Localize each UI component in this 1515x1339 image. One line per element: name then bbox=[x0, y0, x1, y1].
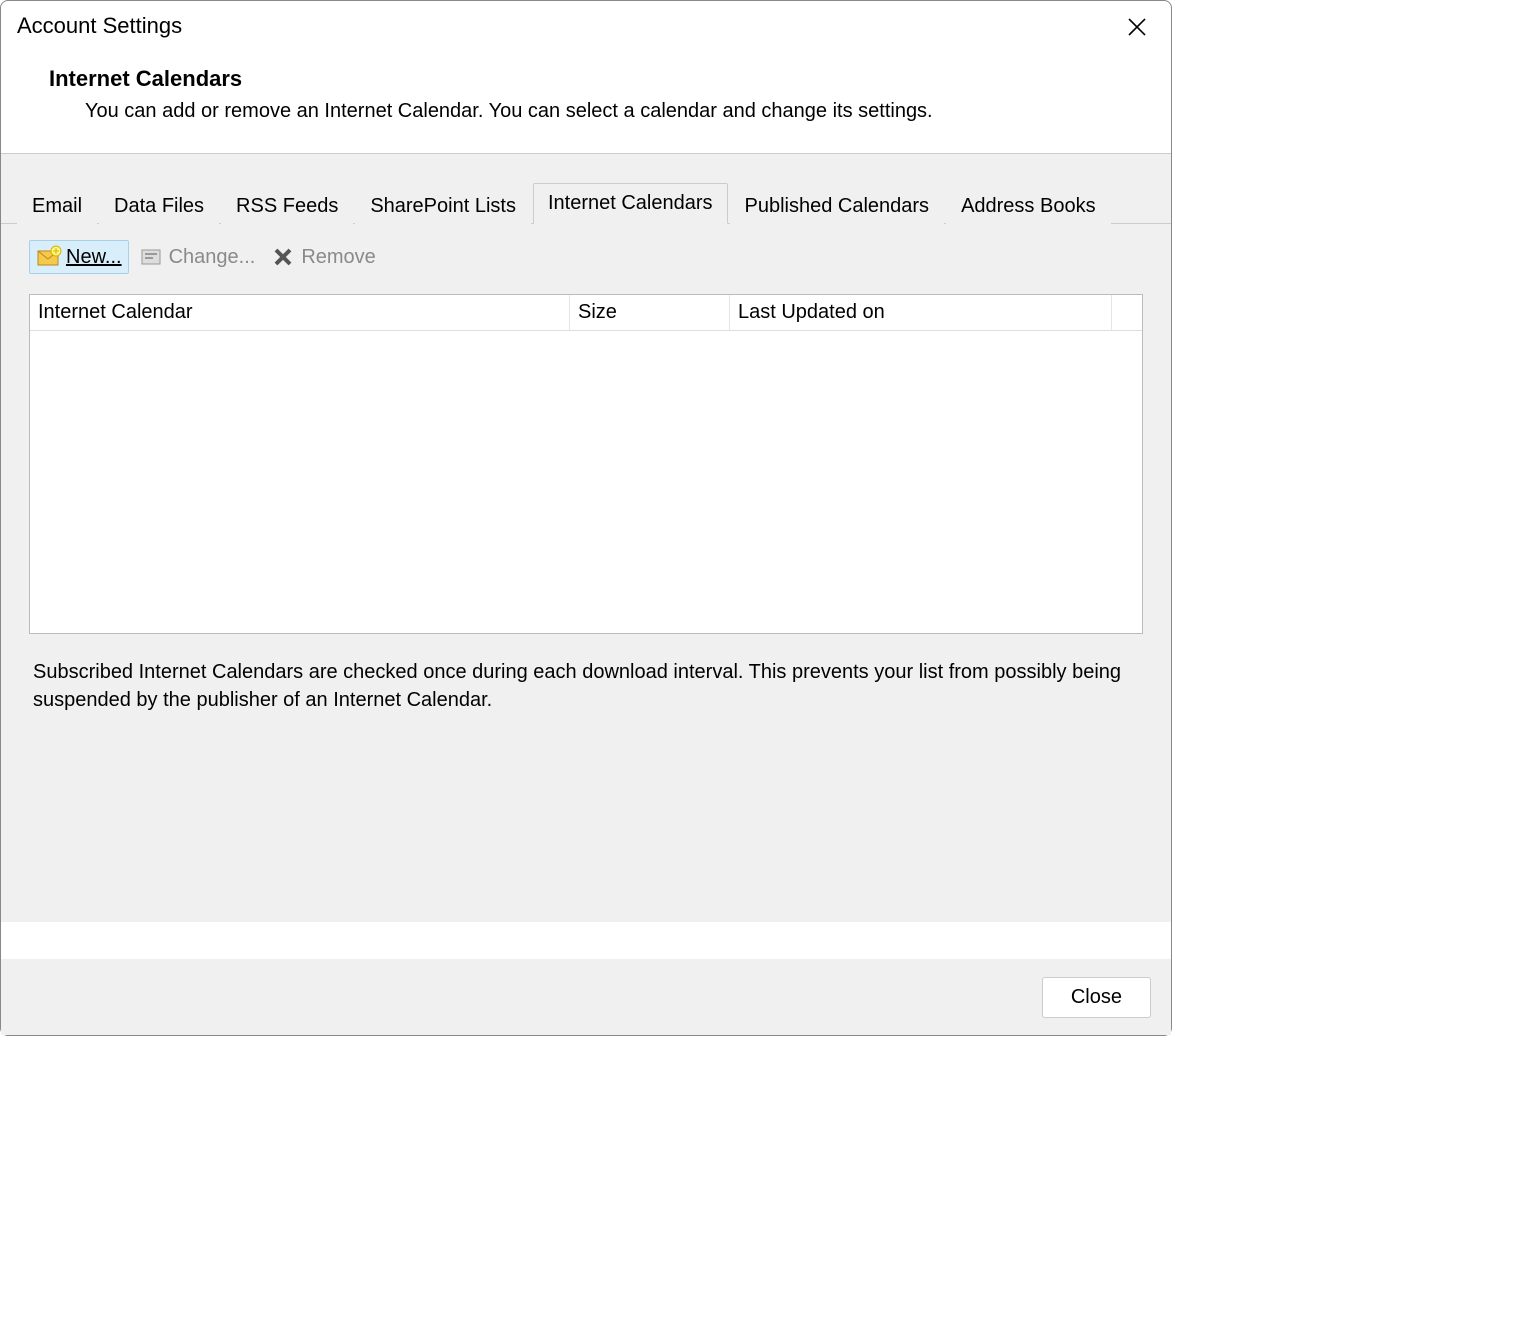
change-icon bbox=[139, 245, 165, 269]
tab-data-files[interactable]: Data Files bbox=[99, 188, 219, 224]
info-text: Subscribed Internet Calendars are checke… bbox=[29, 634, 1143, 714]
tab-rss-feeds[interactable]: RSS Feeds bbox=[221, 188, 353, 224]
page-title: Internet Calendars bbox=[49, 66, 1171, 92]
calendar-table[interactable]: Internet Calendar Size Last Updated on bbox=[29, 294, 1143, 634]
remove-button-label: Remove bbox=[301, 246, 375, 269]
tab-strip: Email Data Files RSS Feeds SharePoint Li… bbox=[1, 182, 1171, 224]
change-button: Change... bbox=[133, 241, 262, 273]
title-bar: Account Settings bbox=[1, 1, 1171, 46]
new-calendar-icon bbox=[36, 245, 62, 269]
remove-button: Remove bbox=[265, 241, 381, 273]
new-button-label: New... bbox=[66, 246, 122, 269]
page-header: Internet Calendars You can add or remove… bbox=[1, 46, 1171, 153]
tab-internet-calendars[interactable]: Internet Calendars bbox=[533, 183, 728, 224]
column-header-name[interactable]: Internet Calendar bbox=[30, 295, 570, 330]
column-header-size[interactable]: Size bbox=[570, 295, 730, 330]
content-area: Email Data Files RSS Feeds SharePoint Li… bbox=[1, 154, 1171, 922]
tab-panel: New... Change... bbox=[1, 224, 1171, 714]
dialog-title: Account Settings bbox=[17, 13, 182, 39]
table-header-row: Internet Calendar Size Last Updated on bbox=[30, 295, 1142, 331]
tab-email[interactable]: Email bbox=[17, 188, 97, 224]
close-icon[interactable] bbox=[1119, 13, 1155, 46]
column-header-spacer bbox=[1112, 295, 1142, 330]
new-button[interactable]: New... bbox=[29, 240, 129, 274]
tab-address-books[interactable]: Address Books bbox=[946, 188, 1111, 224]
page-description: You can add or remove an Internet Calend… bbox=[85, 100, 1171, 123]
close-button[interactable]: Close bbox=[1042, 977, 1151, 1018]
column-header-updated[interactable]: Last Updated on bbox=[730, 295, 1112, 330]
dialog-footer: Close bbox=[1, 959, 1171, 1035]
tab-published-calendars[interactable]: Published Calendars bbox=[730, 188, 945, 224]
change-button-label: Change... bbox=[169, 246, 256, 269]
tab-sharepoint-lists[interactable]: SharePoint Lists bbox=[355, 188, 531, 224]
toolbar: New... Change... bbox=[29, 240, 1143, 294]
remove-icon bbox=[271, 245, 297, 269]
